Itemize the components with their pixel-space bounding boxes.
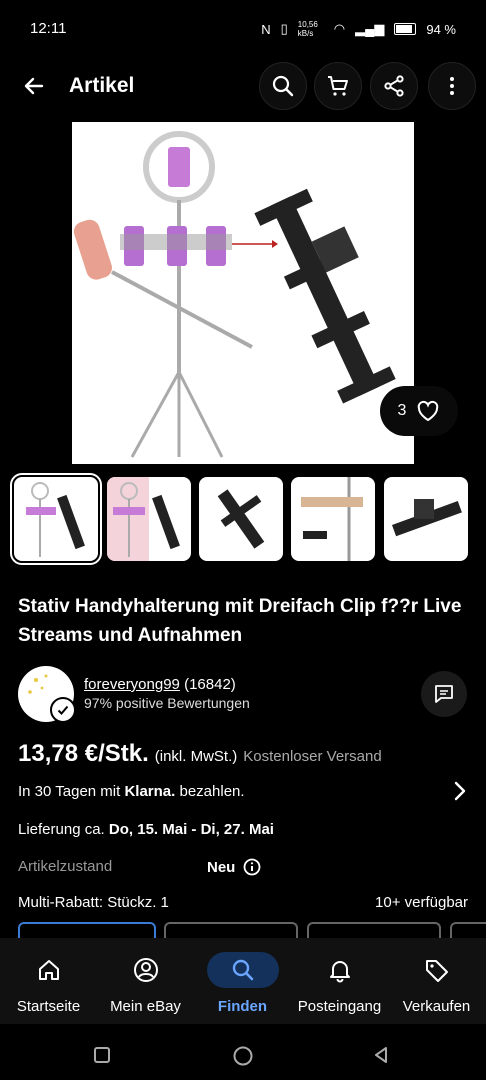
wifi-icon: ◠ xyxy=(333,21,346,36)
verified-badge-icon xyxy=(50,697,76,723)
gallery-thumb-1[interactable] xyxy=(10,473,102,565)
contact-seller-button[interactable] xyxy=(421,671,467,717)
availability: 10+ verfügbar xyxy=(375,894,468,911)
recents-icon[interactable] xyxy=(93,1046,111,1064)
status-icons: N ▯ 10,56 kB/s ◠ ▂▄▆ 94 % xyxy=(261,20,456,38)
nav-label: Posteingang xyxy=(297,998,382,1015)
gallery-thumb-4[interactable] xyxy=(291,477,375,561)
nav-mein-ebay[interactable]: Mein eBay xyxy=(97,938,194,1024)
klarna-suffix: bezahlen. xyxy=(179,783,245,800)
app-header: Artikel xyxy=(0,56,486,120)
cart-icon xyxy=(328,76,348,96)
share-button[interactable] xyxy=(370,62,418,110)
price: 13,78 €/Stk. xyxy=(18,740,149,767)
tax-note: (inkl. MwSt.) xyxy=(154,748,238,765)
condition-label: Artikelzustand xyxy=(18,858,113,875)
back-button[interactable] xyxy=(18,70,50,102)
gallery-thumb-5[interactable] xyxy=(384,477,468,561)
seller-rating: 97% positive Bewertungen xyxy=(84,695,250,711)
price-row: 13,78 €/Stk. (inkl. MwSt.) Kostenloser V… xyxy=(18,740,382,768)
back-arrow-icon xyxy=(24,77,44,95)
klarna-info[interactable]: In 30 Tagen mit Klarna. bezahlen. xyxy=(18,783,245,800)
gallery-thumb-2[interactable] xyxy=(107,477,191,561)
delivery-info: Lieferung ca. Do, 15. Mai - Di, 27. Mai xyxy=(18,821,274,838)
system-navigation-bar xyxy=(0,1024,486,1080)
vibrate-icon: ▯ xyxy=(280,21,288,36)
search-icon xyxy=(272,75,294,97)
thumb-image xyxy=(391,499,462,537)
thumb-image xyxy=(217,489,265,549)
back-triangle-icon[interactable] xyxy=(372,1046,390,1064)
nav-label: Verkaufen xyxy=(402,998,471,1015)
seller-name-link[interactable]: foreveryong99 xyxy=(84,676,180,693)
gallery-thumb-3[interactable] xyxy=(199,477,283,561)
share-icon xyxy=(384,75,404,97)
profile-icon xyxy=(110,952,182,988)
more-button[interactable] xyxy=(428,62,476,110)
nav-label: Mein eBay xyxy=(110,998,181,1015)
chevron-right-icon[interactable] xyxy=(450,779,470,803)
condition-text: Neu xyxy=(207,858,236,876)
product-image[interactable] xyxy=(72,122,414,464)
nav-startseite[interactable]: Startseite xyxy=(0,938,97,1024)
thumb-image xyxy=(301,477,363,561)
nav-posteingang[interactable]: Posteingang xyxy=(291,938,388,1024)
watch-button[interactable]: 3 xyxy=(380,386,458,436)
signal-icon: ▂▄▆ xyxy=(355,21,385,36)
battery-icon xyxy=(394,23,417,35)
delivery-dates: Do, 15. Mai - Di, 27. Mai xyxy=(108,821,274,838)
klarna-prefix: In 30 Tagen mit xyxy=(18,783,121,800)
nav-verkaufen[interactable]: Verkaufen xyxy=(388,938,485,1024)
battery-percent: 94 % xyxy=(426,21,456,37)
more-vertical-icon xyxy=(450,77,454,95)
page-title: Artikel xyxy=(69,74,135,97)
nav-label: Finden xyxy=(217,998,268,1015)
bell-icon xyxy=(304,952,376,988)
product-title: Stativ Handyhalterung mit Dreifach Clip … xyxy=(18,596,462,646)
seller-info[interactable]: foreveryong99 (16842) xyxy=(84,676,236,693)
nav-label: Startseite xyxy=(16,998,81,1015)
bottom-navigation: Startseite Mein eBay Finden Posteingang … xyxy=(0,938,486,1024)
multi-discount-label: Multi-Rabatt: Stückz. 1 xyxy=(18,894,169,911)
status-time: 12:11 xyxy=(30,20,67,37)
klarna-logo: Klarna. xyxy=(124,783,176,800)
tag-icon xyxy=(401,952,473,988)
net-speed: 10,56 kB/s xyxy=(297,20,318,38)
cart-button[interactable] xyxy=(314,62,362,110)
thumb-image xyxy=(107,477,180,561)
status-bar: 12:11 N ▯ 10,56 kB/s ◠ ▂▄▆ 94 % xyxy=(0,0,486,56)
chat-icon xyxy=(435,685,453,703)
home-button-icon[interactable] xyxy=(232,1045,254,1067)
info-icon[interactable] xyxy=(243,858,261,876)
shipping-info: Kostenloser Versand xyxy=(243,748,382,765)
delivery-prefix: Lieferung ca. xyxy=(18,821,105,838)
search-icon xyxy=(206,952,279,988)
nfc-icon: N xyxy=(261,21,271,37)
search-button[interactable] xyxy=(259,62,307,110)
product-illustration xyxy=(73,131,396,458)
nav-finden[interactable]: Finden xyxy=(194,938,291,1024)
home-icon xyxy=(13,952,85,988)
heart-icon xyxy=(418,400,439,422)
condition-value[interactable]: Neu xyxy=(207,858,261,876)
like-count: 3 xyxy=(397,402,407,419)
thumb-image xyxy=(26,482,85,557)
seller-feedback-count: (16842) xyxy=(184,676,236,693)
